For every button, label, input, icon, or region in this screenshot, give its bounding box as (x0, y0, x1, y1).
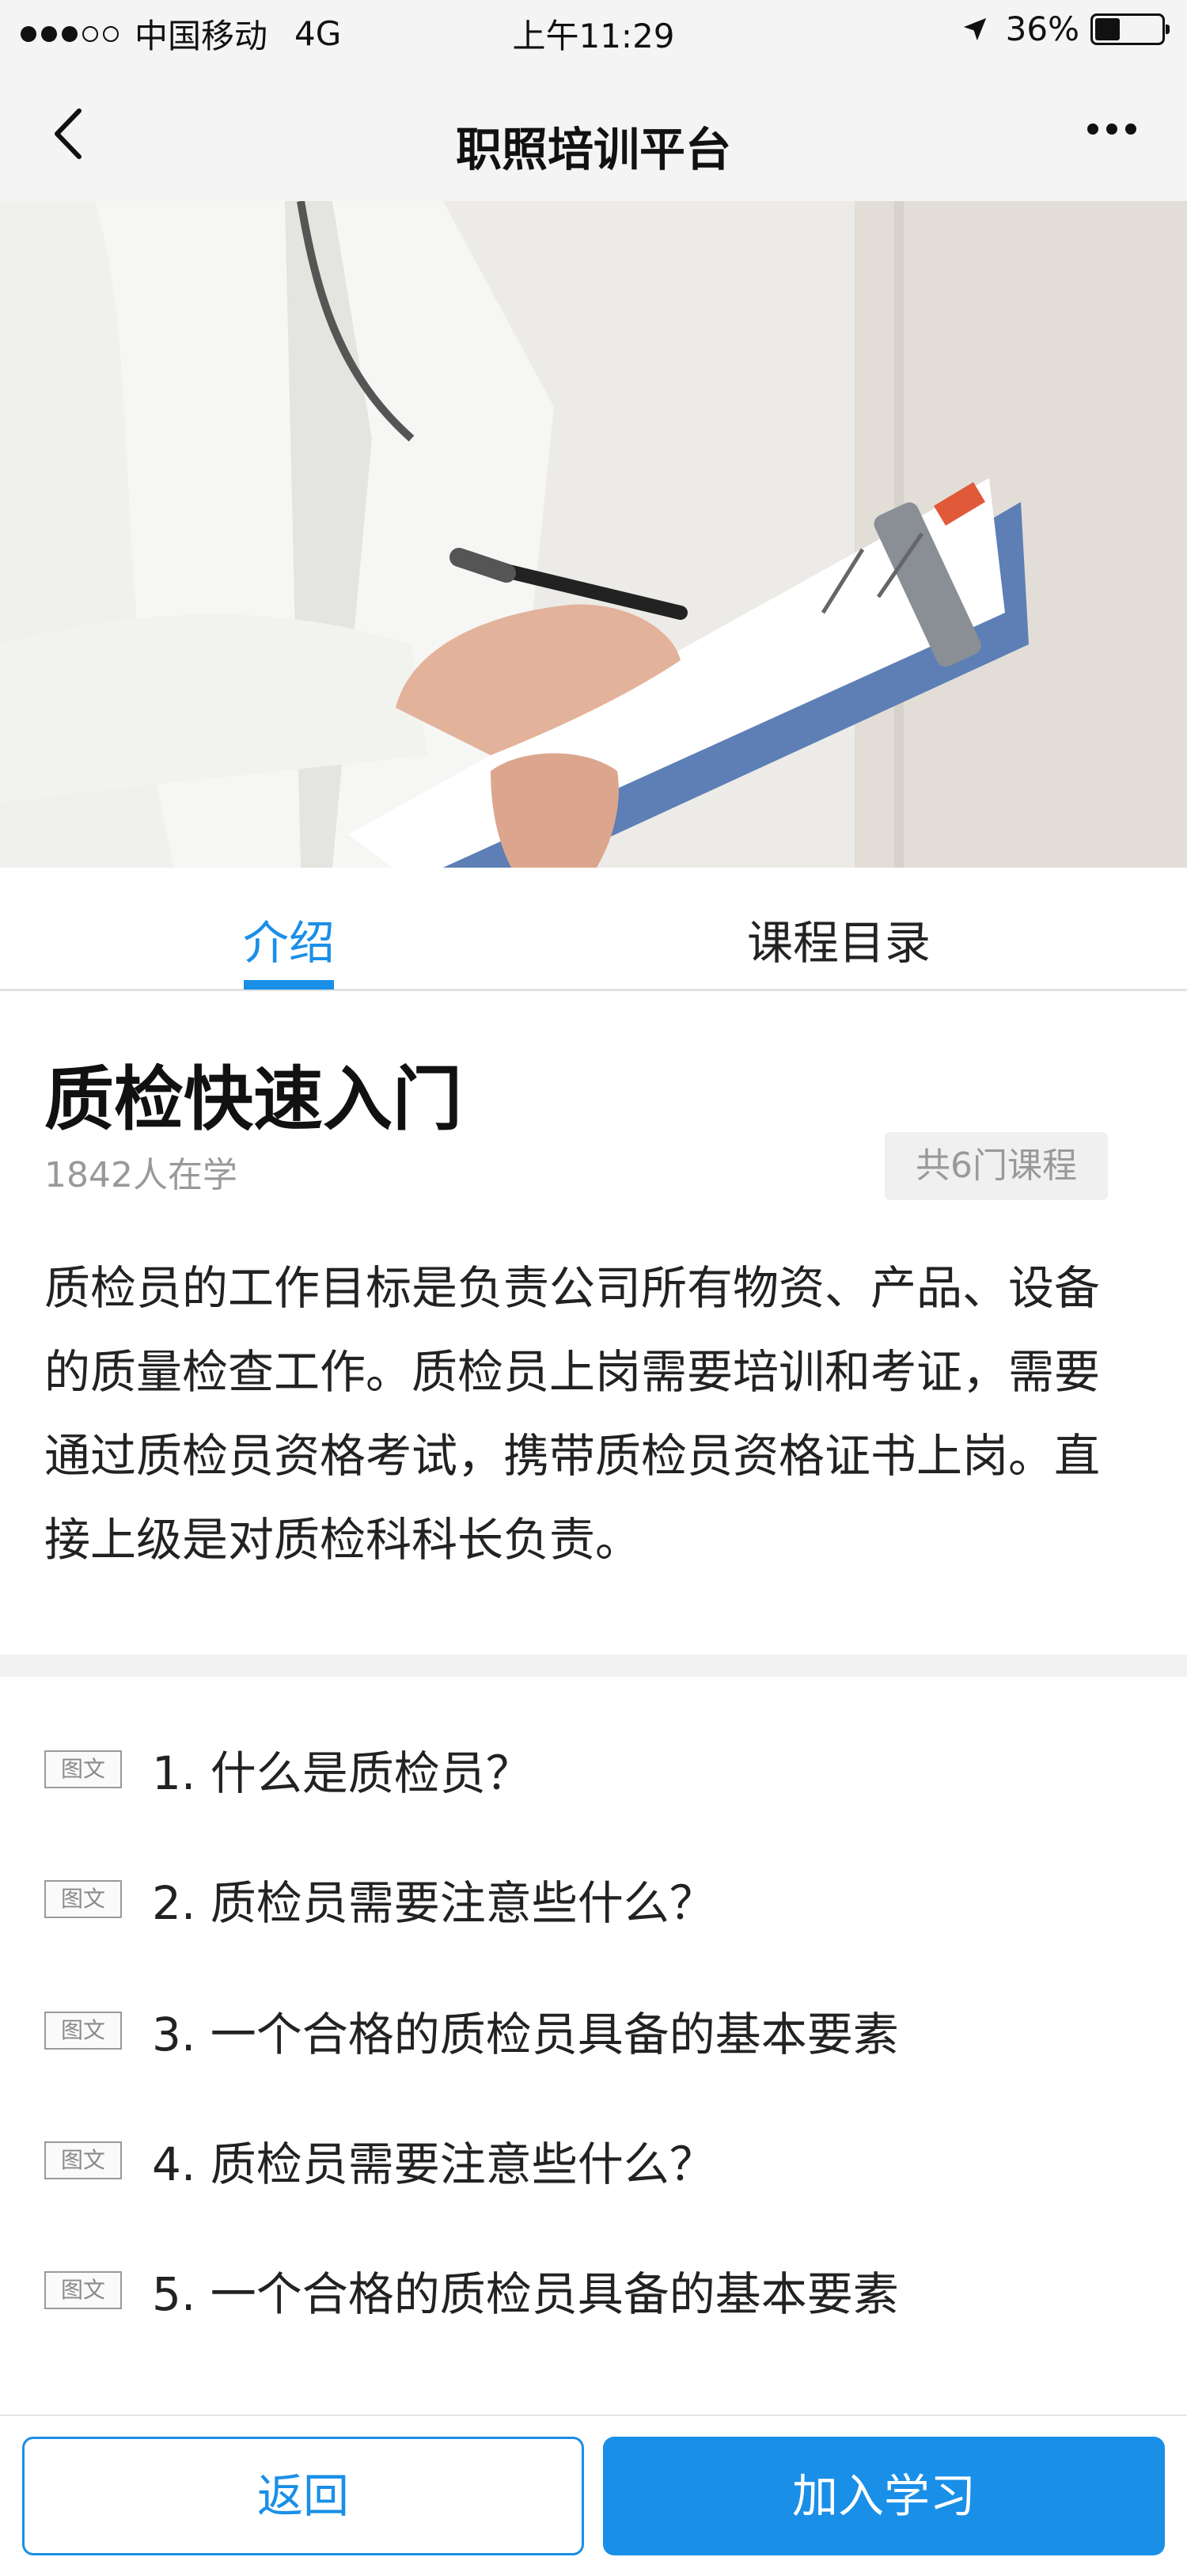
battery-percent: 36% (1005, 9, 1079, 48)
lesson-title: 3. 一个合格的质检员具备的基本要素 (152, 2008, 899, 2061)
lesson-item[interactable]: 图文 2. 质检员需要注意些什么？ (44, 1864, 715, 1935)
course-cover-image (0, 201, 1187, 868)
status-bar: 中国移动 4G 上午11:29 36% (0, 0, 1187, 66)
more-dots-icon[interactable] (1079, 123, 1136, 135)
lesson-type-tag: 图文 (44, 2271, 122, 2309)
course-count-badge: 共6门课程 (885, 1132, 1108, 1200)
course-description: 质检员的工作目标是负责公司所有物资、产品、设备的质量检查工作。质检员上岗需要培训… (44, 1261, 1101, 1567)
lesson-type-tag: 图文 (44, 2012, 122, 2050)
lesson-title: 5. 一个合格的质检员具备的基本要素 (152, 2267, 899, 2321)
lesson-item[interactable]: 图文 1. 什么是质检员？ (44, 1734, 532, 1805)
bottom-action-bar: 返回 加入学习 (0, 2415, 1187, 2576)
status-right: 36% (961, 9, 1170, 48)
join-study-button[interactable]: 加入学习 (603, 2437, 1165, 2555)
active-tab-indicator (244, 980, 334, 990)
navigation-bar: 职照培训平台 (0, 66, 1187, 201)
lesson-type-tag: 图文 (44, 1750, 122, 1788)
learner-count: 1842人在学 (44, 1155, 237, 1195)
lesson-item[interactable]: 图文 3. 一个合格的质检员具备的基本要素 (44, 1995, 899, 2066)
tab-bar: 介绍 课程目录 (0, 868, 1187, 991)
battery-icon (1090, 13, 1170, 45)
tab-course-catalog[interactable]: 课程目录 (546, 906, 1132, 972)
lesson-item[interactable]: 图文 5. 一个合格的质检员具备的基本要素 (44, 2255, 899, 2326)
page-title: 职照培训平台 (455, 123, 731, 177)
tab-intro[interactable]: 介绍 (0, 906, 578, 972)
lesson-title: 2. 质检员需要注意些什么？ (152, 1876, 715, 1930)
lesson-title: 4. 质检员需要注意些什么？ (152, 2137, 715, 2191)
lesson-type-tag: 图文 (44, 2141, 122, 2179)
section-divider (0, 1655, 1187, 1677)
lesson-item[interactable]: 图文 4. 质检员需要注意些什么？ (44, 2125, 715, 2196)
course-title: 质检快速入门 (44, 1058, 463, 1140)
back-button[interactable]: 返回 (22, 2437, 584, 2555)
location-arrow-icon (963, 17, 986, 40)
lesson-type-tag: 图文 (44, 1880, 122, 1918)
lesson-title: 1. 什么是质检员？ (152, 1746, 532, 1800)
